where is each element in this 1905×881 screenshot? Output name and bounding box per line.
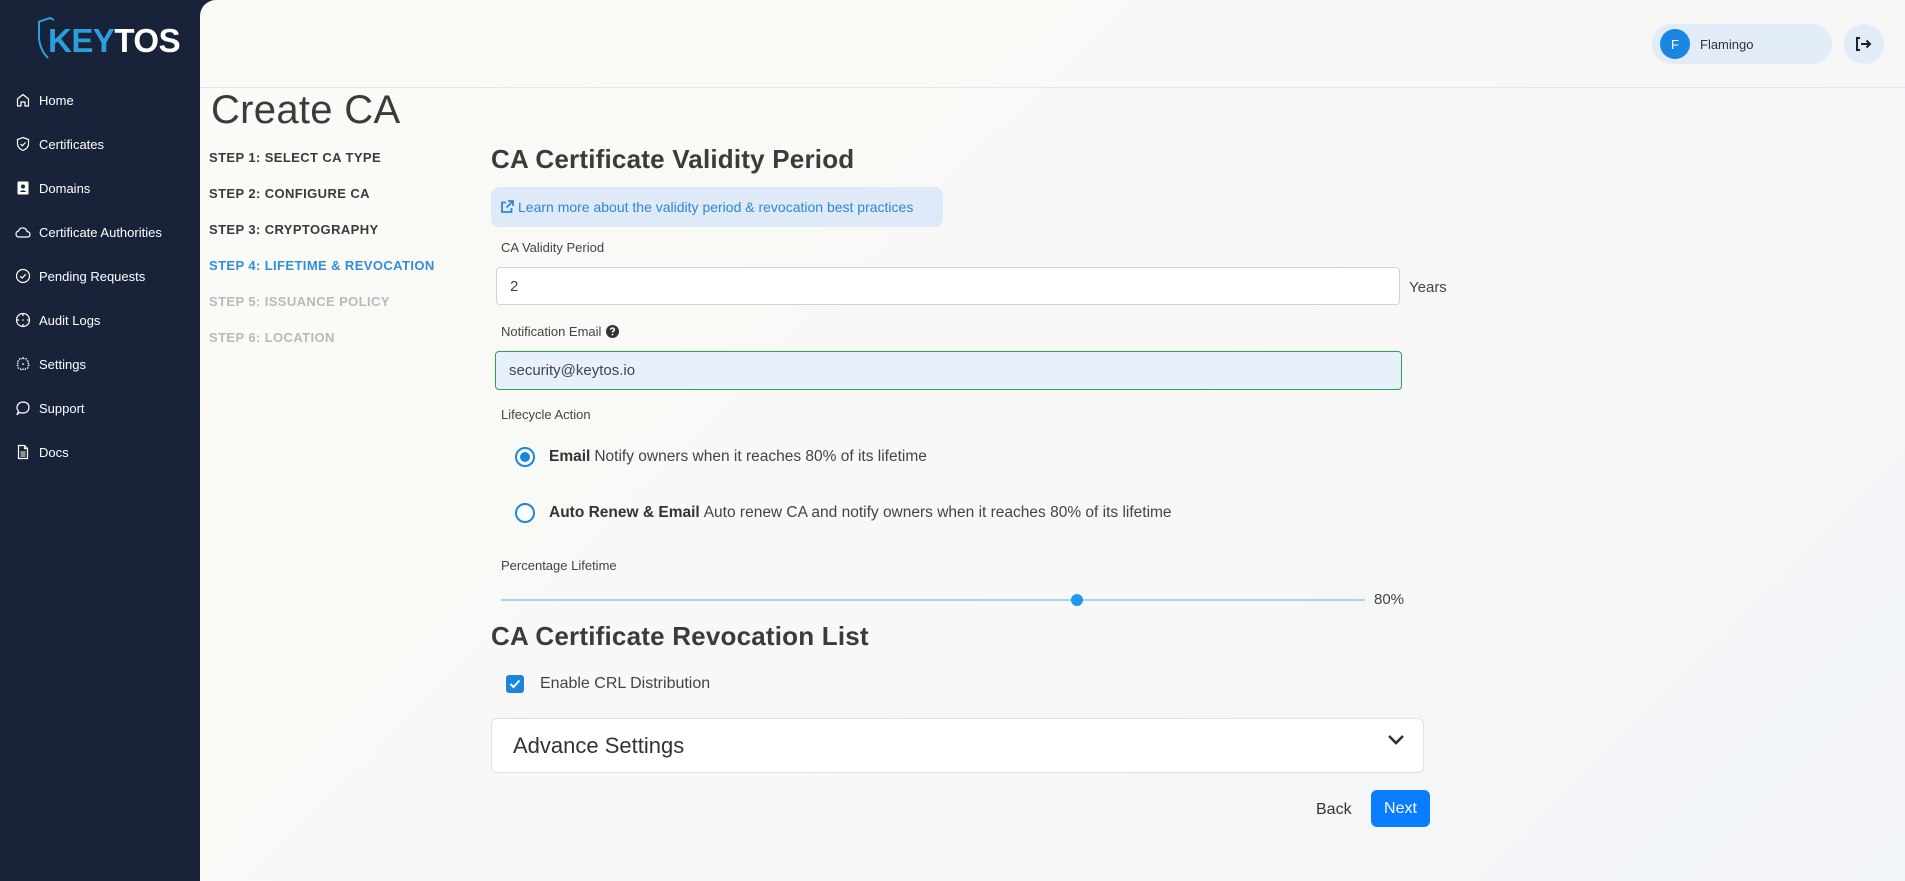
learn-more-text: Learn more about the validity period & r…	[518, 199, 914, 215]
slider-track	[501, 599, 1365, 601]
sidebar-item-domains[interactable]: Domains	[0, 166, 200, 210]
check-circle-icon	[15, 268, 31, 284]
sidebar-item-label: Certificate Authorities	[39, 224, 162, 240]
logo-key: KEY	[48, 22, 115, 59]
advance-settings-title: Advance Settings	[513, 732, 685, 758]
radio-auto-renew[interactable]	[515, 503, 535, 523]
slider-thumb[interactable]	[1070, 594, 1083, 606]
step-select-ca-type[interactable]: STEP 1: SELECT CA TYPE	[209, 150, 435, 186]
back-button[interactable]: Back	[1308, 793, 1360, 827]
wizard-steps: STEP 1: SELECT CA TYPE STEP 2: CONFIGURE…	[209, 150, 435, 366]
user-menu-button[interactable]: F Flamingo	[1652, 24, 1832, 64]
notification-email-label: Notification Email	[501, 324, 620, 339]
step-location: STEP 6: LOCATION	[209, 330, 335, 345]
radio-selected-dot	[520, 452, 530, 462]
advance-settings-accordion[interactable]: Advance Settings	[491, 718, 1424, 773]
home-icon	[15, 92, 31, 108]
sidebar-item-label: Support	[39, 400, 85, 416]
gear-icon	[15, 356, 31, 372]
sidebar-item-label: Audit Logs	[39, 312, 101, 328]
radio-email[interactable]	[515, 447, 535, 467]
option-description: Notify owners when it reaches 80% of its…	[594, 448, 927, 465]
sidebar-item-home[interactable]: Home	[0, 78, 200, 122]
sidebar-item-label: Domains	[39, 180, 91, 196]
option-description: Auto renew CA and notify owners when it …	[703, 504, 1172, 521]
validity-unit: Years	[1409, 279, 1447, 296]
contact-book-icon	[15, 180, 31, 196]
lifecycle-option-auto-renew[interactable]: Auto Renew & Email Auto renew CA and not…	[515, 503, 1172, 523]
logo-tos: TOS	[114, 22, 181, 59]
sidebar-item-settings[interactable]: Settings	[0, 342, 200, 386]
sidebar-item-audit-logs[interactable]: Audit Logs	[0, 298, 200, 342]
revocation-section-title: CA Certificate Revocation List	[491, 621, 869, 651]
step-issuance-policy: STEP 5: ISSUANCE POLICY	[209, 294, 390, 309]
page-title: Create CA	[211, 88, 401, 132]
top-bar: F Flamingo	[200, 0, 1905, 88]
logout-button[interactable]	[1844, 24, 1884, 64]
chat-bubble-icon	[15, 400, 31, 416]
enable-crl-checkbox-row[interactable]: Enable CRL Distribution	[506, 675, 710, 693]
user-name: Flamingo	[1700, 36, 1754, 52]
percentage-lifetime-value: 80%	[1374, 591, 1405, 608]
sidebar-item-label: Pending Requests	[39, 268, 146, 284]
sidebar-item-docs[interactable]: Docs	[0, 430, 200, 474]
percentage-lifetime-slider[interactable]	[501, 590, 1365, 610]
next-button[interactable]: Next	[1371, 790, 1430, 827]
crosshair-icon	[15, 312, 31, 328]
lifecycle-option-email[interactable]: Email Notify owners when it reaches 80% …	[515, 447, 927, 467]
cloud-icon	[15, 224, 31, 240]
sidebar-item-label: Settings	[39, 356, 86, 372]
sidebar-item-label: Docs	[39, 444, 69, 460]
help-icon[interactable]	[606, 325, 620, 338]
sidebar-item-label: Home	[39, 92, 74, 108]
sidebar-item-certificate-authorities[interactable]: Certificate Authorities	[0, 210, 200, 254]
main-panel: F Flamingo Create CA STEP 1: SELECT CA T…	[200, 0, 1905, 881]
sidebar-item-support[interactable]: Support	[0, 386, 200, 430]
keytos-logo[interactable]: KEYTOS	[36, 14, 186, 64]
shield-check-icon	[15, 136, 31, 152]
avatar: F	[1660, 29, 1690, 59]
option-title: Auto Renew & Email	[549, 504, 700, 521]
validity-period-label: CA Validity Period	[501, 240, 605, 255]
validity-section-title: CA Certificate Validity Period	[491, 144, 855, 174]
chevron-down-icon	[1388, 735, 1404, 745]
notification-email-label-text: Notification Email	[501, 324, 602, 339]
enable-crl-checkbox[interactable]	[506, 675, 524, 693]
step-cryptography[interactable]: STEP 3: CRYPTOGRAPHY	[209, 222, 435, 258]
external-link-icon	[501, 200, 514, 213]
checkmark-icon	[509, 679, 521, 689]
percentage-lifetime-label: Percentage Lifetime	[501, 558, 617, 573]
option-title: Email	[549, 448, 591, 465]
validity-period-input[interactable]	[496, 267, 1400, 305]
logout-icon	[1856, 37, 1872, 51]
step-configure-ca[interactable]: STEP 2: CONFIGURE CA	[209, 186, 435, 222]
step-lifetime-revocation[interactable]: STEP 4: LIFETIME & REVOCATION	[209, 258, 435, 294]
learn-more-link[interactable]: Learn more about the validity period & r…	[491, 187, 943, 227]
sidebar-item-certificates[interactable]: Certificates	[0, 122, 200, 166]
lifecycle-action-label: Lifecycle Action	[501, 407, 591, 422]
sidebar-item-pending-requests[interactable]: Pending Requests	[0, 254, 200, 298]
sidebar-nav: Home Certificates Domains Certificate Au…	[0, 78, 200, 474]
enable-crl-label: Enable CRL Distribution	[540, 675, 711, 692]
sidebar: KEYTOS Home Certificates Domains Certifi…	[0, 0, 200, 881]
sidebar-item-label: Certificates	[39, 136, 105, 152]
document-icon	[15, 444, 31, 460]
notification-email-input[interactable]	[495, 351, 1402, 390]
logo-text: KEYTOS	[48, 22, 181, 60]
